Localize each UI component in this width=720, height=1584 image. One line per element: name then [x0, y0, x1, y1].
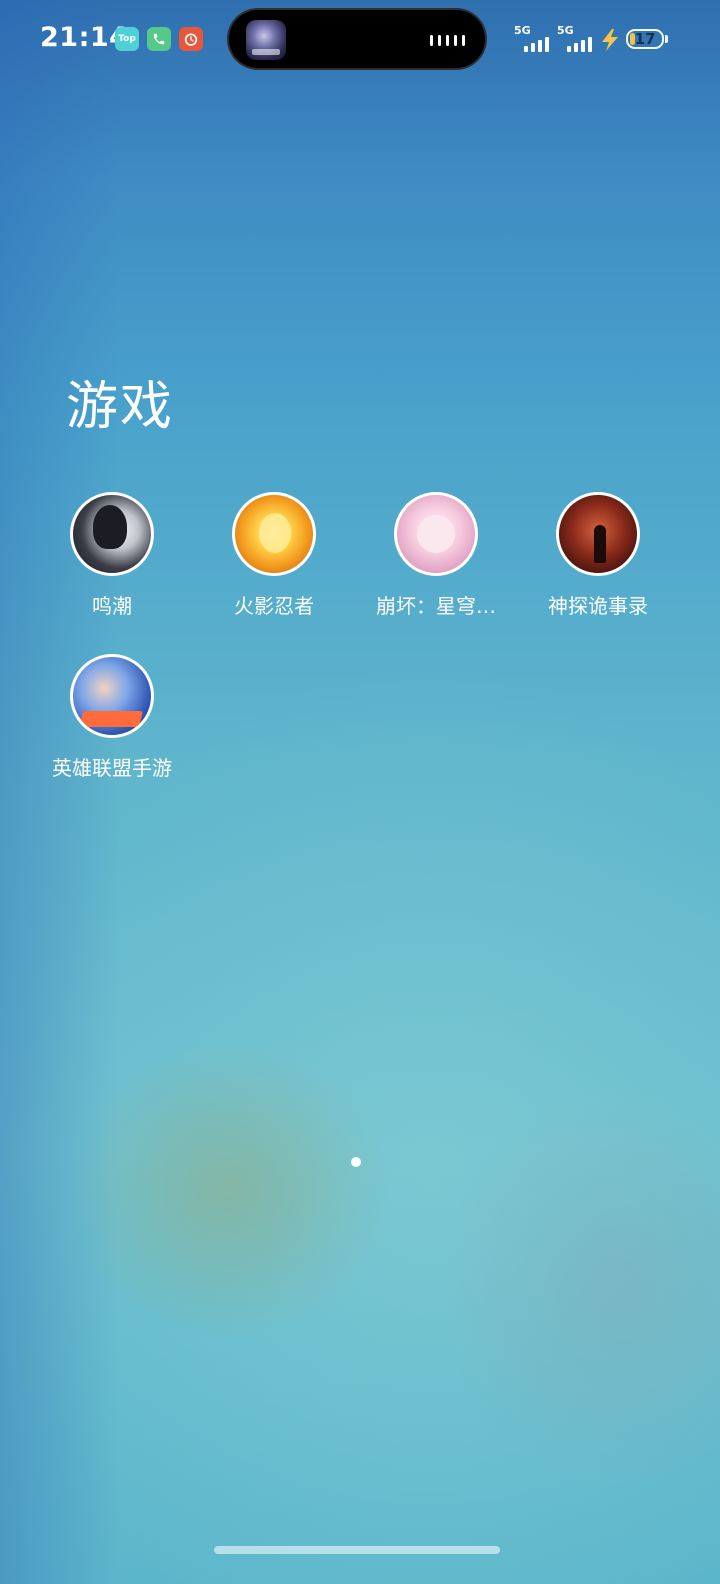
clock-glyph: [184, 33, 198, 46]
lol-mobile-app-icon[interactable]: [70, 654, 154, 738]
battery-level-text: 17: [634, 30, 656, 48]
folder-title[interactable]: 游戏: [66, 364, 174, 439]
game-avatar-icon[interactable]: [246, 20, 286, 60]
app-mingchao[interactable]: 鸣潮: [31, 492, 193, 619]
audio-waveform-icon: [430, 35, 465, 46]
app-naruto[interactable]: 火影忍者: [193, 492, 355, 619]
app-label: 鸣潮: [92, 594, 132, 618]
naruto-app-icon[interactable]: [232, 492, 316, 576]
app-label: 火影忍者: [234, 594, 314, 618]
status-bar: 21:14 Top 5G 5G 17: [0, 0, 720, 80]
network-type-label: 5G: [514, 24, 531, 37]
top-app-icon-label: Top: [118, 34, 136, 44]
home-indicator-bar[interactable]: [214, 1546, 500, 1554]
honkai-star-rail-app-icon[interactable]: [394, 492, 478, 576]
app-label: 崩坏：星穹…: [376, 594, 496, 618]
clock-app-icon: [179, 27, 203, 51]
signal-icon-sim2: 5G: [557, 24, 597, 52]
page-indicator-dot: [351, 1157, 361, 1167]
app-label: 英雄联盟手游: [52, 756, 172, 780]
app-lol-mobile[interactable]: 英雄联盟手游: [31, 654, 193, 781]
battery-cap: [665, 35, 668, 43]
app-honkai-star-rail[interactable]: 崩坏：星穹…: [355, 492, 517, 619]
signal-icon-sim1: 5G: [514, 24, 554, 52]
battery-icon: 17: [626, 29, 664, 49]
bolt-icon: [602, 29, 618, 51]
network-type-label: 5G: [557, 24, 574, 37]
top-app-icon: Top: [115, 27, 139, 51]
detective-app-icon[interactable]: [556, 492, 640, 576]
dynamic-island[interactable]: [227, 8, 487, 70]
mingchao-app-icon[interactable]: [70, 492, 154, 576]
notification-icons: Top: [115, 27, 203, 51]
phone-icon: [147, 27, 171, 51]
app-detective[interactable]: 神探诡事录: [517, 492, 679, 619]
phone-glyph: [153, 33, 165, 45]
app-label: 神探诡事录: [548, 594, 648, 618]
